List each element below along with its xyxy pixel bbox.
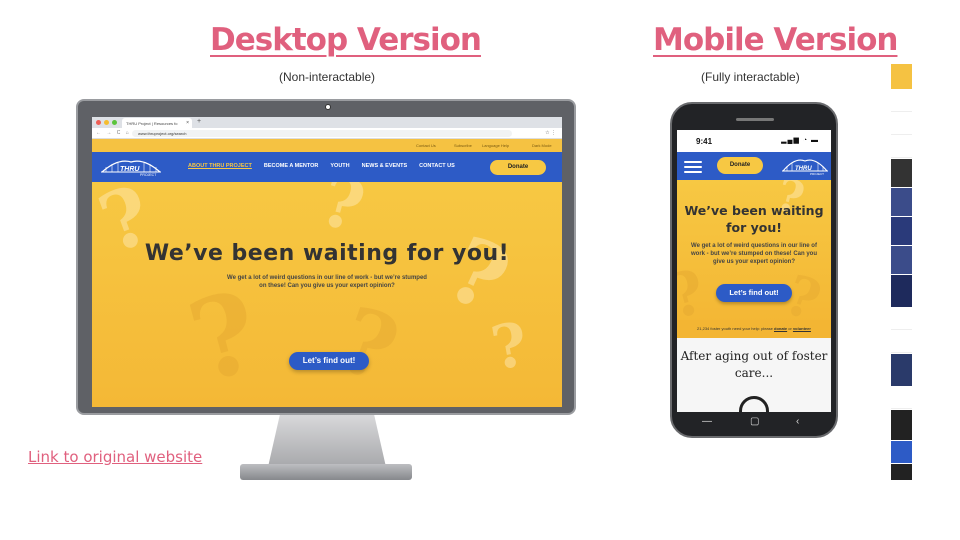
page-thumbnail (891, 464, 912, 480)
nav-contact-us: CONTACT US (419, 163, 455, 169)
desktop-donate-button: Donate (490, 160, 546, 175)
status-bar: 9:41 ▂▄▆ ◔ ▬ (677, 130, 831, 152)
site-nav-bar: THRU PROJECT ABOUT THRU PROJECT BECOME A… (92, 152, 562, 182)
page-thumbnail (891, 90, 912, 112)
monitor-camera (325, 104, 331, 110)
phone-speaker (736, 118, 774, 121)
browser-tab-bar: THRU Project | Resources fo × + (92, 117, 562, 128)
nav-youth: YOUTH (330, 163, 350, 169)
desktop-hero-title: We’ve been waiting for you! (144, 241, 510, 266)
thru-project-logo[interactable]: THRU PROJECT (781, 155, 829, 177)
foster-callout-bar: 21,234 foster youth need your help: plea… (677, 320, 831, 338)
mobile-donate-button[interactable]: Donate (717, 157, 763, 174)
utility-link-dark-mode: Dark Mode (532, 143, 552, 148)
page-thumbnail (891, 246, 912, 274)
page-thumbnail (891, 275, 912, 307)
browser-nav-buttons: ← → C ⌂ (96, 130, 131, 136)
svg-text:THRU: THRU (120, 166, 140, 173)
home-icon[interactable]: ▢ (750, 416, 759, 427)
window-controls (96, 120, 117, 125)
mobile-version-heading: Mobile Version (653, 22, 898, 58)
desktop-version-heading: Desktop Version (210, 22, 482, 58)
svg-text:PROJECT: PROJECT (140, 173, 157, 177)
close-dot (96, 120, 101, 125)
tab-close-icon: × (186, 120, 189, 126)
utility-link-language: Language Help (482, 143, 510, 148)
mobile-phone: 9:41 ▂▄▆ ◔ ▬ Donate THRU PROJECT ? ? ? W… (670, 102, 838, 438)
question-mark-decoration: ? (325, 286, 412, 404)
circle-icon (739, 396, 769, 412)
browser-tab-title: THRU Project | Resources fo (126, 121, 178, 126)
monitor-stand-base (240, 464, 412, 480)
page-thumbnail (891, 331, 912, 353)
desktop-monitor: THRU Project | Resources fo × + ← → C ⌂ w… (76, 99, 576, 415)
utility-link-contact: Contact Us (416, 143, 436, 148)
status-time: 9:41 (696, 137, 713, 146)
page-thumbnail (891, 387, 912, 409)
foster-donate-link[interactable]: donate (774, 326, 787, 331)
desktop-cta-button: Let’s find out! (289, 352, 369, 370)
question-mark-decoration: ? (486, 309, 533, 385)
nav-become-mentor: BECOME A MENTOR (263, 163, 319, 169)
original-website-link[interactable]: Link to original website (28, 448, 202, 466)
maximize-dot (112, 120, 117, 125)
aging-out-section: After aging out of foster care... (677, 338, 831, 412)
foster-volunteer-link[interactable]: volunteer (793, 326, 811, 331)
mobile-cta-button[interactable]: Let’s find out! (716, 284, 792, 302)
desktop-hero: ? ? ? ? ? ? We’ve been waiting for you! … (92, 182, 562, 407)
desktop-screenshot: THRU Project | Resources fo × + ← → C ⌂ w… (92, 117, 562, 407)
page-thumbnail (891, 354, 912, 386)
minimize-dot (104, 120, 109, 125)
page-thumbnail-strip (891, 64, 912, 481)
back-icon[interactable]: ‹ (796, 416, 799, 427)
url-field: www.thruproject.org/search (132, 130, 512, 137)
desktop-version-subtitle: (Non-interactable) (279, 70, 376, 84)
mobile-version-subtitle: (Fully interactable) (701, 70, 800, 84)
hamburger-menu-icon[interactable] (684, 158, 702, 173)
browser-menu-icons: ☆ ⋮ (545, 130, 556, 136)
question-mark-decoration: ? (311, 182, 374, 249)
page-thumbnail (891, 113, 912, 135)
site-nav-links: ABOUT THRU PROJECT BECOME A MENTOR YOUTH… (188, 163, 455, 169)
browser-tab: THRU Project | Resources fo × (122, 118, 192, 128)
monitor-stand-neck (268, 415, 386, 467)
mobile-hero-title: We’ve been waiting for you! (684, 203, 824, 235)
signal-wifi-battery-icons: ▂▄▆ ◔ ▬ (781, 137, 819, 144)
foster-callout-text: 21,234 foster youth need your help: plea… (697, 326, 773, 331)
mobile-hero: ? ? ? We’ve been waiting for you! We get… (677, 180, 831, 338)
site-utility-bar: Contact Us Subscribe Language Help Dark … (92, 139, 562, 152)
page-thumbnail (891, 441, 912, 463)
new-tab-icon: + (197, 118, 202, 125)
browser-url-bar: ← → C ⌂ www.thruproject.org/search ☆ ⋮ (92, 128, 562, 139)
desktop-hero-text: We get a lot of weird questions in our l… (227, 275, 427, 289)
thru-project-logo: THRU PROJECT (101, 160, 161, 177)
android-nav-bar: — ▢ ‹ (672, 414, 836, 434)
mobile-screen[interactable]: 9:41 ▂▄▆ ◔ ▬ Donate THRU PROJECT ? ? ? W… (677, 130, 831, 412)
utility-link-subscribe: Subscribe (454, 143, 472, 148)
page-thumbnail (891, 308, 912, 330)
foster-or-text: or (788, 326, 792, 331)
aging-out-title: After aging out of foster care... (680, 349, 828, 380)
page-thumbnail (891, 410, 912, 440)
page-thumbnail (891, 64, 912, 89)
mobile-nav-bar: Donate THRU PROJECT (677, 152, 831, 180)
nav-news-events: NEWS & EVENTS (361, 163, 408, 169)
svg-text:PROJECT: PROJECT (810, 172, 824, 176)
page-thumbnail (891, 136, 912, 158)
recent-apps-icon[interactable]: — (702, 416, 712, 427)
nav-about: ABOUT THRU PROJECT (188, 163, 252, 169)
mobile-hero-text: We get a lot of weird questions in our l… (690, 243, 817, 265)
page-thumbnail (891, 217, 912, 245)
page-thumbnail (891, 188, 912, 216)
page-thumbnail (891, 159, 912, 187)
